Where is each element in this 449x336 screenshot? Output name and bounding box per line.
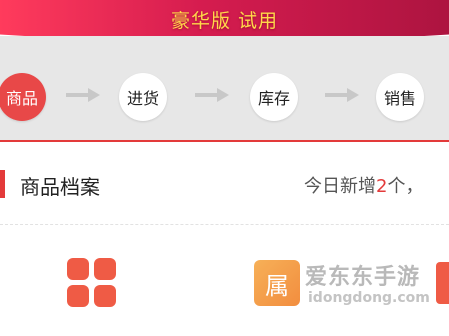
section-title: 商品档案 [20,175,100,199]
today-count: 2 [376,176,388,197]
watermark-title: 爱东东手游 [305,265,421,290]
divider [0,224,449,225]
step-sales[interactable]: 销售 [376,73,424,121]
step-purchase[interactable]: 进货 [119,73,167,121]
today-suffix: 个， [387,176,424,197]
today-new-summary: 今日新增2个， [304,172,423,198]
today-prefix: 今日新增 [304,176,376,197]
watermark-logo-icon: 属 [254,260,300,306]
banner-title[interactable]: 豪华版 试用 [0,6,449,33]
arrow-right-icon [325,88,359,102]
arrow-right-icon [66,88,100,102]
step-inventory[interactable]: 库存 [250,73,298,121]
section-accent-bar [0,170,5,198]
process-steps: 商品 进货 库存 销售 [0,36,449,142]
watermark-url: idongdong.com [308,290,430,306]
arrow-right-icon [195,88,229,102]
grid-apps-icon[interactable] [67,258,117,308]
partial-icon[interactable] [436,262,449,304]
step-product[interactable]: 商品 [0,73,46,121]
